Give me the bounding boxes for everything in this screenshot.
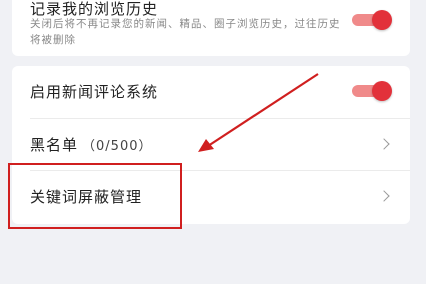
- annotation-arrow: [198, 73, 319, 152]
- arrow-line: [207, 73, 319, 147]
- arrow-head: [198, 139, 214, 152]
